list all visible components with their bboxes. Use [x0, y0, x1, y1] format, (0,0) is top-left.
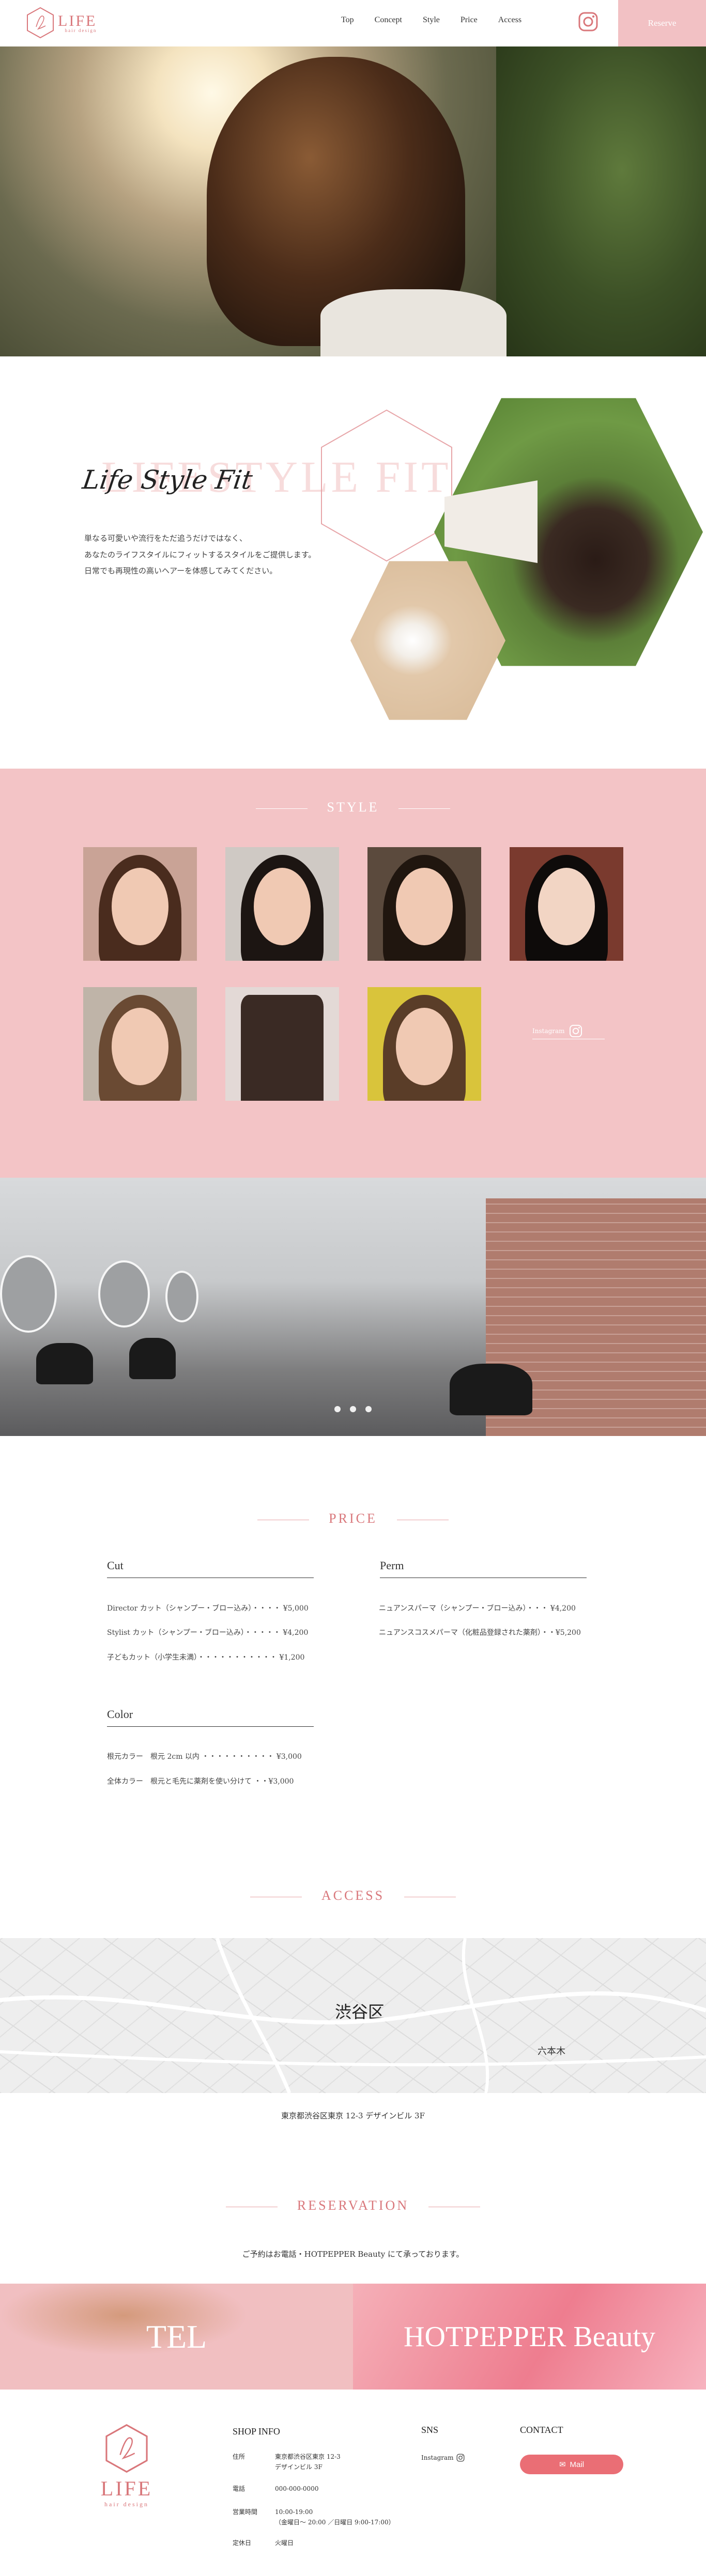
info-key: 定休日 [233, 2539, 252, 2547]
hotpepper-button[interactable]: HOTPEPPER Beauty [353, 2284, 706, 2390]
access-title: ACCESS [0, 1888, 706, 1903]
logo-hex-icon [105, 2424, 148, 2473]
nav-top[interactable]: Top [341, 15, 354, 25]
price-row: Director カット（シャンプー・ブロー込み）・・・・ ¥5,000 [107, 1604, 309, 1613]
shop-info-title: SHOP INFO [233, 2426, 280, 2437]
instagram-icon [456, 2454, 464, 2462]
instagram-icon[interactable] [578, 11, 598, 32]
salon-mirror [0, 1255, 57, 1333]
style-photo-4[interactable] [510, 847, 623, 961]
salon-mirror [98, 1260, 150, 1328]
nav-concept[interactable]: Concept [375, 15, 402, 25]
site-header: LIFE hair design Top Concept Style Price… [0, 0, 706, 46]
hex-outline-decoration [321, 409, 452, 562]
nav-access[interactable]: Access [498, 15, 521, 25]
style-photo-7[interactable] [367, 987, 481, 1101]
logo-word: LIFE [58, 12, 97, 29]
style-instagram-link[interactable]: Instagram [532, 1024, 605, 1039]
footer-logo-word: LIFE [100, 2477, 153, 2500]
info-value: 10:00-19:00 （金曜日〜 20:00 ／日曜日 9:00-17:00） [275, 2508, 395, 2526]
reservation-note: ご予約はお電話・HOTPEPPER Beauty にて承っております。 [242, 2250, 464, 2259]
reserve-button[interactable]: Reserve [618, 0, 706, 46]
logo-hex-icon [27, 7, 54, 39]
page: LIFE hair design Top Concept Style Price… [0, 0, 706, 2576]
mail-icon: ✉ [559, 2460, 566, 2469]
style-photo-5[interactable] [83, 987, 197, 1101]
price-title: PRICE [0, 1511, 706, 1526]
price-row: 子どもカット（小学生未満）・・・・・・・・・・・ ¥1,200 [107, 1653, 305, 1662]
style-photo-2[interactable] [225, 847, 339, 961]
info-value: 東京都渋谷区東京 12-3 デザインビル 3F [275, 2453, 341, 2471]
hero-foliage [496, 46, 706, 356]
style-photo-3[interactable] [367, 847, 481, 961]
info-value: 000-000-0000 [275, 2485, 319, 2492]
price-row: 全体カラー 根元と毛先に薬剤を使い分けて ・・¥3,000 [107, 1777, 294, 1786]
price-row: ニュアンスパーマ（シャンプー・ブロー込み）・・・ ¥4,200 [379, 1604, 576, 1613]
style-photo-6[interactable] [225, 987, 339, 1101]
concept-body: 単なる可愛いや流行をただ追うだけではなく、 あなたのライフスタイルにフィットする… [84, 534, 316, 575]
hero-model-shirt [320, 289, 507, 356]
salon-chair [129, 1338, 176, 1379]
map-roads [0, 1938, 706, 2093]
concept-title: Life Style Fit [80, 465, 255, 495]
instagram-icon [569, 1024, 582, 1038]
style-section: STYLE Instagram [0, 769, 706, 1178]
info-key: 住所 [233, 2453, 245, 2460]
logo[interactable]: LIFE hair design [26, 6, 97, 39]
info-key: 電話 [233, 2485, 245, 2492]
contact-title: CONTACT [520, 2425, 563, 2435]
info-key: 営業時間 [233, 2508, 258, 2516]
footer-instagram-link[interactable]: Instagram [421, 2453, 465, 2463]
style-title: STYLE [0, 800, 706, 815]
reservation-title: RESERVATION [0, 2198, 706, 2213]
footer-logo-sub: hair design [104, 2501, 149, 2508]
style-photo-1[interactable] [83, 847, 197, 961]
price-row: Stylist カット（シャンプー・ブロー込み）・・・・・ ¥4,200 [107, 1629, 309, 1637]
salon-mirror [165, 1271, 198, 1322]
slider-dot[interactable] [334, 1406, 341, 1412]
price-row: ニュアンスコスメパーマ（化粧品登録された薬剤）・・¥5,200 [379, 1629, 581, 1637]
slider-dots [0, 1406, 706, 1412]
price-category-cut: Cut [107, 1559, 314, 1578]
main-nav: Top Concept Style Price Access [341, 15, 521, 25]
shop-address: 東京都渋谷区東京 12-3 デザインビル 3F [281, 2111, 425, 2120]
nav-price[interactable]: Price [461, 15, 478, 25]
footer-logo[interactable]: LIFE hair design [93, 2423, 160, 2508]
mail-button[interactable]: ✉ Mail [520, 2455, 623, 2474]
price-row: 根元カラー 根元 2cm 以内 ・・・・・・・・・・ ¥3,000 [107, 1753, 302, 1761]
price-category-color: Color [107, 1708, 314, 1727]
sns-title: SNS [421, 2425, 439, 2435]
nav-style[interactable]: Style [423, 15, 440, 25]
info-value: 火曜日 [275, 2539, 294, 2547]
slider-dot[interactable] [365, 1406, 372, 1412]
tel-button[interactable]: TEL [0, 2284, 353, 2390]
price-category-perm: Perm [380, 1559, 587, 1578]
salon-chair [36, 1343, 93, 1384]
logo-sub: hair design [65, 28, 97, 33]
slider-dot[interactable] [350, 1406, 356, 1412]
